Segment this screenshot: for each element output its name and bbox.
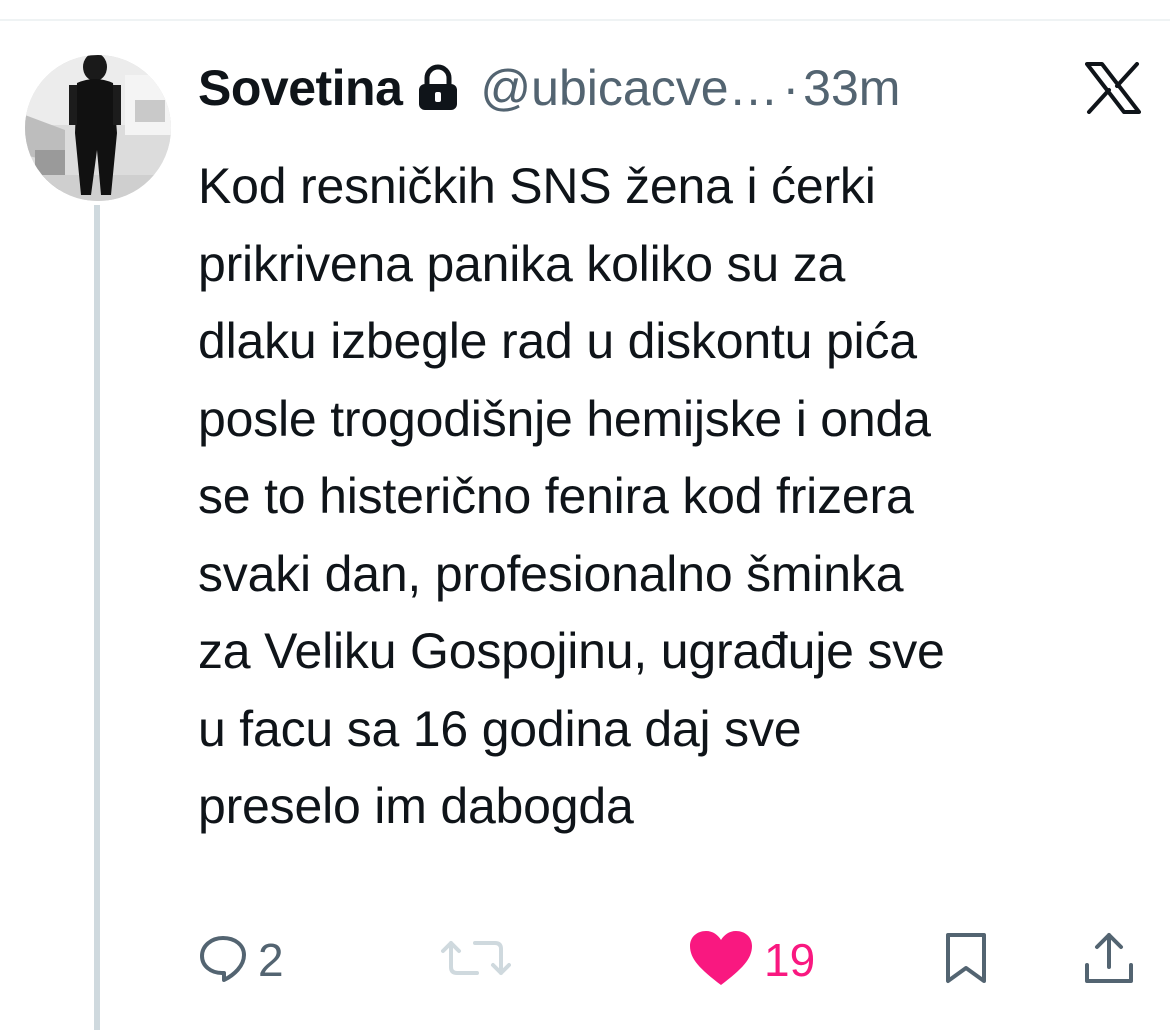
retweet-button[interactable] [441, 925, 511, 995]
avatar[interactable] [25, 55, 171, 201]
reply-button[interactable]: 2 [198, 925, 284, 995]
handle[interactable]: @ubicacve… [480, 59, 778, 117]
reply-count: 2 [258, 934, 284, 986]
tweet-text: Kod resničkih SNS žena i ćerki prikriven… [198, 158, 945, 834]
timestamp[interactable]: 33m [803, 59, 900, 117]
x-logo-icon [1085, 62, 1141, 114]
bookmark-button[interactable] [943, 925, 989, 995]
display-name[interactable]: Sovetina [198, 59, 403, 117]
retweet-icon [441, 933, 511, 988]
thread-line [94, 205, 100, 1030]
separator-dot: · [782, 60, 800, 116]
share-button[interactable] [1083, 925, 1135, 995]
tweet-screen: Sovetina @ubicacve… · 33m Kod resničkih … [0, 0, 1170, 1030]
share-icon [1083, 931, 1135, 990]
action-bar: 2 19 [198, 925, 1148, 995]
reply-icon [198, 933, 248, 988]
heart-icon [688, 929, 754, 992]
like-button[interactable]: 19 [688, 925, 815, 995]
top-divider [0, 19, 1170, 21]
lock-icon [416, 64, 460, 112]
tweet-header: Sovetina @ubicacve… · 33m [198, 52, 1148, 124]
like-count: 19 [764, 934, 816, 986]
bookmark-icon [943, 931, 989, 990]
